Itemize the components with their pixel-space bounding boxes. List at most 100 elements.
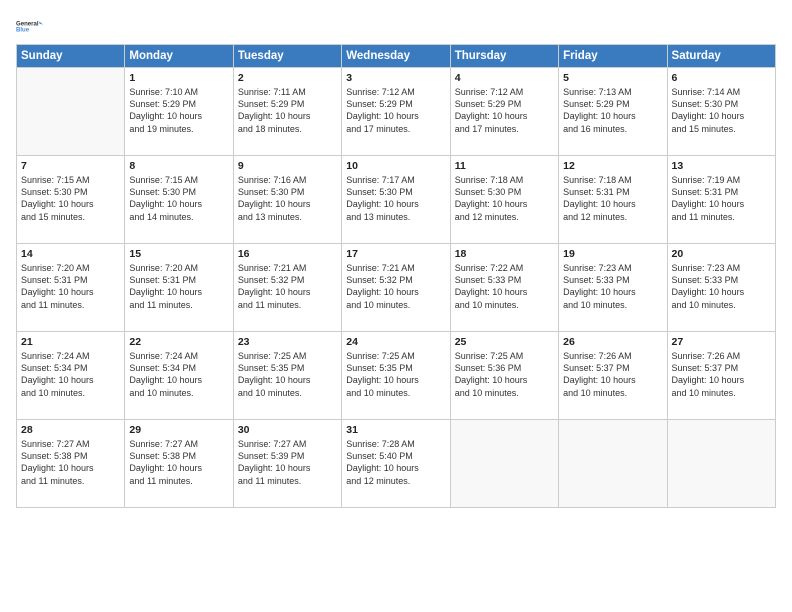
header-thursday: Thursday <box>450 45 558 68</box>
calendar-cell: 8Sunrise: 7:15 AM Sunset: 5:30 PM Daylig… <box>125 156 233 244</box>
day-info: Sunrise: 7:26 AM Sunset: 5:37 PM Dayligh… <box>563 350 662 399</box>
calendar-cell: 30Sunrise: 7:27 AM Sunset: 5:39 PM Dayli… <box>233 420 341 508</box>
calendar-cell: 21Sunrise: 7:24 AM Sunset: 5:34 PM Dayli… <box>17 332 125 420</box>
day-info: Sunrise: 7:19 AM Sunset: 5:31 PM Dayligh… <box>672 174 771 223</box>
day-info: Sunrise: 7:10 AM Sunset: 5:29 PM Dayligh… <box>129 86 228 135</box>
day-number: 2 <box>238 71 337 85</box>
calendar-cell: 29Sunrise: 7:27 AM Sunset: 5:38 PM Dayli… <box>125 420 233 508</box>
day-number: 14 <box>21 247 120 261</box>
calendar-cell: 11Sunrise: 7:18 AM Sunset: 5:30 PM Dayli… <box>450 156 558 244</box>
calendar-cell: 14Sunrise: 7:20 AM Sunset: 5:31 PM Dayli… <box>17 244 125 332</box>
day-number: 1 <box>129 71 228 85</box>
calendar-cell: 7Sunrise: 7:15 AM Sunset: 5:30 PM Daylig… <box>17 156 125 244</box>
week-row-2: 14Sunrise: 7:20 AM Sunset: 5:31 PM Dayli… <box>17 244 776 332</box>
header-friday: Friday <box>559 45 667 68</box>
day-info: Sunrise: 7:25 AM Sunset: 5:35 PM Dayligh… <box>238 350 337 399</box>
calendar-cell: 3Sunrise: 7:12 AM Sunset: 5:29 PM Daylig… <box>342 68 450 156</box>
day-number: 31 <box>346 423 445 437</box>
day-number: 3 <box>346 71 445 85</box>
calendar-cell: 17Sunrise: 7:21 AM Sunset: 5:32 PM Dayli… <box>342 244 450 332</box>
day-info: Sunrise: 7:18 AM Sunset: 5:30 PM Dayligh… <box>455 174 554 223</box>
calendar-cell: 5Sunrise: 7:13 AM Sunset: 5:29 PM Daylig… <box>559 68 667 156</box>
calendar-cell <box>667 420 775 508</box>
day-number: 19 <box>563 247 662 261</box>
calendar-cell: 27Sunrise: 7:26 AM Sunset: 5:37 PM Dayli… <box>667 332 775 420</box>
calendar-cell: 6Sunrise: 7:14 AM Sunset: 5:30 PM Daylig… <box>667 68 775 156</box>
day-info: Sunrise: 7:17 AM Sunset: 5:30 PM Dayligh… <box>346 174 445 223</box>
week-row-4: 28Sunrise: 7:27 AM Sunset: 5:38 PM Dayli… <box>17 420 776 508</box>
day-info: Sunrise: 7:28 AM Sunset: 5:40 PM Dayligh… <box>346 438 445 487</box>
logo-icon: GeneralBlue <box>16 12 44 40</box>
day-info: Sunrise: 7:22 AM Sunset: 5:33 PM Dayligh… <box>455 262 554 311</box>
day-info: Sunrise: 7:23 AM Sunset: 5:33 PM Dayligh… <box>672 262 771 311</box>
header-sunday: Sunday <box>17 45 125 68</box>
calendar-cell: 28Sunrise: 7:27 AM Sunset: 5:38 PM Dayli… <box>17 420 125 508</box>
day-number: 7 <box>21 159 120 173</box>
day-number: 21 <box>21 335 120 349</box>
day-number: 15 <box>129 247 228 261</box>
week-row-0: 1Sunrise: 7:10 AM Sunset: 5:29 PM Daylig… <box>17 68 776 156</box>
day-number: 20 <box>672 247 771 261</box>
day-number: 8 <box>129 159 228 173</box>
header-saturday: Saturday <box>667 45 775 68</box>
day-number: 29 <box>129 423 228 437</box>
day-info: Sunrise: 7:20 AM Sunset: 5:31 PM Dayligh… <box>129 262 228 311</box>
svg-text:General: General <box>16 22 39 28</box>
calendar-cell: 2Sunrise: 7:11 AM Sunset: 5:29 PM Daylig… <box>233 68 341 156</box>
day-number: 10 <box>346 159 445 173</box>
header-monday: Monday <box>125 45 233 68</box>
calendar-cell: 25Sunrise: 7:25 AM Sunset: 5:36 PM Dayli… <box>450 332 558 420</box>
day-number: 16 <box>238 247 337 261</box>
day-number: 6 <box>672 71 771 85</box>
day-number: 17 <box>346 247 445 261</box>
day-number: 27 <box>672 335 771 349</box>
day-number: 26 <box>563 335 662 349</box>
day-info: Sunrise: 7:12 AM Sunset: 5:29 PM Dayligh… <box>346 86 445 135</box>
day-info: Sunrise: 7:14 AM Sunset: 5:30 PM Dayligh… <box>672 86 771 135</box>
calendar-table: SundayMondayTuesdayWednesdayThursdayFrid… <box>16 44 776 508</box>
day-info: Sunrise: 7:12 AM Sunset: 5:29 PM Dayligh… <box>455 86 554 135</box>
calendar-cell: 16Sunrise: 7:21 AM Sunset: 5:32 PM Dayli… <box>233 244 341 332</box>
week-row-1: 7Sunrise: 7:15 AM Sunset: 5:30 PM Daylig… <box>17 156 776 244</box>
header-wednesday: Wednesday <box>342 45 450 68</box>
calendar-cell: 9Sunrise: 7:16 AM Sunset: 5:30 PM Daylig… <box>233 156 341 244</box>
day-number: 25 <box>455 335 554 349</box>
header-tuesday: Tuesday <box>233 45 341 68</box>
day-info: Sunrise: 7:23 AM Sunset: 5:33 PM Dayligh… <box>563 262 662 311</box>
day-info: Sunrise: 7:27 AM Sunset: 5:38 PM Dayligh… <box>21 438 120 487</box>
day-info: Sunrise: 7:11 AM Sunset: 5:29 PM Dayligh… <box>238 86 337 135</box>
calendar-cell: 18Sunrise: 7:22 AM Sunset: 5:33 PM Dayli… <box>450 244 558 332</box>
calendar-cell: 26Sunrise: 7:26 AM Sunset: 5:37 PM Dayli… <box>559 332 667 420</box>
calendar-cell: 13Sunrise: 7:19 AM Sunset: 5:31 PM Dayli… <box>667 156 775 244</box>
header: GeneralBlue <box>16 12 776 40</box>
day-info: Sunrise: 7:13 AM Sunset: 5:29 PM Dayligh… <box>563 86 662 135</box>
day-number: 24 <box>346 335 445 349</box>
day-number: 5 <box>563 71 662 85</box>
calendar-cell: 10Sunrise: 7:17 AM Sunset: 5:30 PM Dayli… <box>342 156 450 244</box>
calendar-cell <box>17 68 125 156</box>
calendar-cell: 23Sunrise: 7:25 AM Sunset: 5:35 PM Dayli… <box>233 332 341 420</box>
day-info: Sunrise: 7:15 AM Sunset: 5:30 PM Dayligh… <box>129 174 228 223</box>
day-number: 9 <box>238 159 337 173</box>
day-number: 12 <box>563 159 662 173</box>
page: GeneralBlue SundayMondayTuesdayWednesday… <box>0 0 792 612</box>
day-info: Sunrise: 7:24 AM Sunset: 5:34 PM Dayligh… <box>21 350 120 399</box>
day-info: Sunrise: 7:18 AM Sunset: 5:31 PM Dayligh… <box>563 174 662 223</box>
day-info: Sunrise: 7:20 AM Sunset: 5:31 PM Dayligh… <box>21 262 120 311</box>
day-info: Sunrise: 7:26 AM Sunset: 5:37 PM Dayligh… <box>672 350 771 399</box>
calendar-cell: 4Sunrise: 7:12 AM Sunset: 5:29 PM Daylig… <box>450 68 558 156</box>
day-info: Sunrise: 7:27 AM Sunset: 5:38 PM Dayligh… <box>129 438 228 487</box>
day-number: 28 <box>21 423 120 437</box>
day-info: Sunrise: 7:21 AM Sunset: 5:32 PM Dayligh… <box>346 262 445 311</box>
svg-text:Blue: Blue <box>16 28 30 34</box>
calendar-cell <box>450 420 558 508</box>
day-number: 11 <box>455 159 554 173</box>
calendar-cell: 12Sunrise: 7:18 AM Sunset: 5:31 PM Dayli… <box>559 156 667 244</box>
day-number: 13 <box>672 159 771 173</box>
calendar-cell: 31Sunrise: 7:28 AM Sunset: 5:40 PM Dayli… <box>342 420 450 508</box>
logo: GeneralBlue <box>16 12 44 40</box>
day-info: Sunrise: 7:15 AM Sunset: 5:30 PM Dayligh… <box>21 174 120 223</box>
day-number: 18 <box>455 247 554 261</box>
day-number: 23 <box>238 335 337 349</box>
calendar-cell: 22Sunrise: 7:24 AM Sunset: 5:34 PM Dayli… <box>125 332 233 420</box>
